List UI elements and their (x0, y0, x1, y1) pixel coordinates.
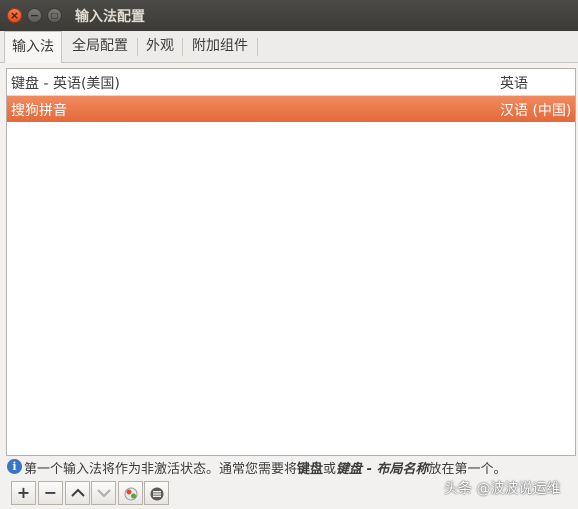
list-row-selected[interactable]: 搜狗拼音 汉语 (中国) (7, 96, 575, 122)
watermark: 头条 @波波说运维 (444, 481, 561, 497)
tab-global-config[interactable]: 全局配置 (64, 31, 136, 62)
input-method-config-window: × − □ 输入法配置 输入法 全局配置 外观 附加组件 键盘 - 英语(美国)… (0, 0, 578, 509)
chevron-down-icon (97, 489, 111, 498)
input-method-language: 汉语 (中国) (500, 103, 572, 119)
hint-bold-keyboard-layout: 键盘 - 布局名称 (336, 462, 429, 477)
maximize-button[interactable]: □ (47, 8, 62, 23)
configure-button[interactable] (118, 481, 143, 505)
tab-input-method[interactable]: 输入法 (4, 31, 62, 63)
hint-text-part: 或 (323, 462, 337, 477)
tab-addons[interactable]: 附加组件 (184, 31, 256, 62)
tab-bar: 输入法 全局配置 外观 附加组件 (0, 31, 578, 63)
keyboard-language: 英语 (500, 76, 528, 92)
hint-message: i 第一个输入法将作为非激活状态。通常您需要将键盘或键盘 - 布局名称放在第一个… (7, 458, 578, 477)
add-button[interactable]: + (11, 481, 36, 505)
hint-text-part: 放在第一个。 (428, 462, 507, 477)
chevron-up-icon (71, 488, 85, 497)
configure-icon (124, 487, 138, 501)
input-method-name: 搜狗拼音 (11, 103, 67, 119)
window-title: 输入法配置 (75, 9, 145, 25)
hint-text-part: 第一个输入法将作为非激活状态。通常您需要将 (24, 462, 298, 477)
tab-separator (137, 38, 138, 56)
list-row-keyboard[interactable]: 键盘 - 英语(美国) 英语 (7, 69, 575, 96)
hint-bold-keyboard: 键盘 (297, 462, 324, 477)
info-icon: i (7, 459, 22, 474)
hint-text: 第一个输入法将作为非激活状态。通常您需要将键盘或键盘 - 布局名称放在第一个。 (24, 458, 507, 477)
tab-separator (257, 38, 258, 56)
keyboard-layout-name: 键盘 - 英语(美国) (11, 76, 120, 92)
tab-appearance[interactable]: 外观 (139, 31, 181, 62)
minimize-button[interactable]: − (27, 8, 42, 23)
move-up-button[interactable] (65, 481, 90, 505)
move-down-button[interactable] (91, 481, 116, 505)
remove-button[interactable]: − (38, 481, 63, 505)
input-method-list[interactable]: 键盘 - 英语(美国) 英语 搜狗拼音 汉语 (中国) (6, 68, 576, 456)
keyboard-layout-icon (150, 487, 164, 501)
titlebar: × − □ 输入法配置 (0, 0, 578, 31)
close-button[interactable]: × (7, 8, 22, 23)
tab-separator (182, 38, 183, 56)
keyboard-layout-button[interactable] (144, 481, 169, 505)
